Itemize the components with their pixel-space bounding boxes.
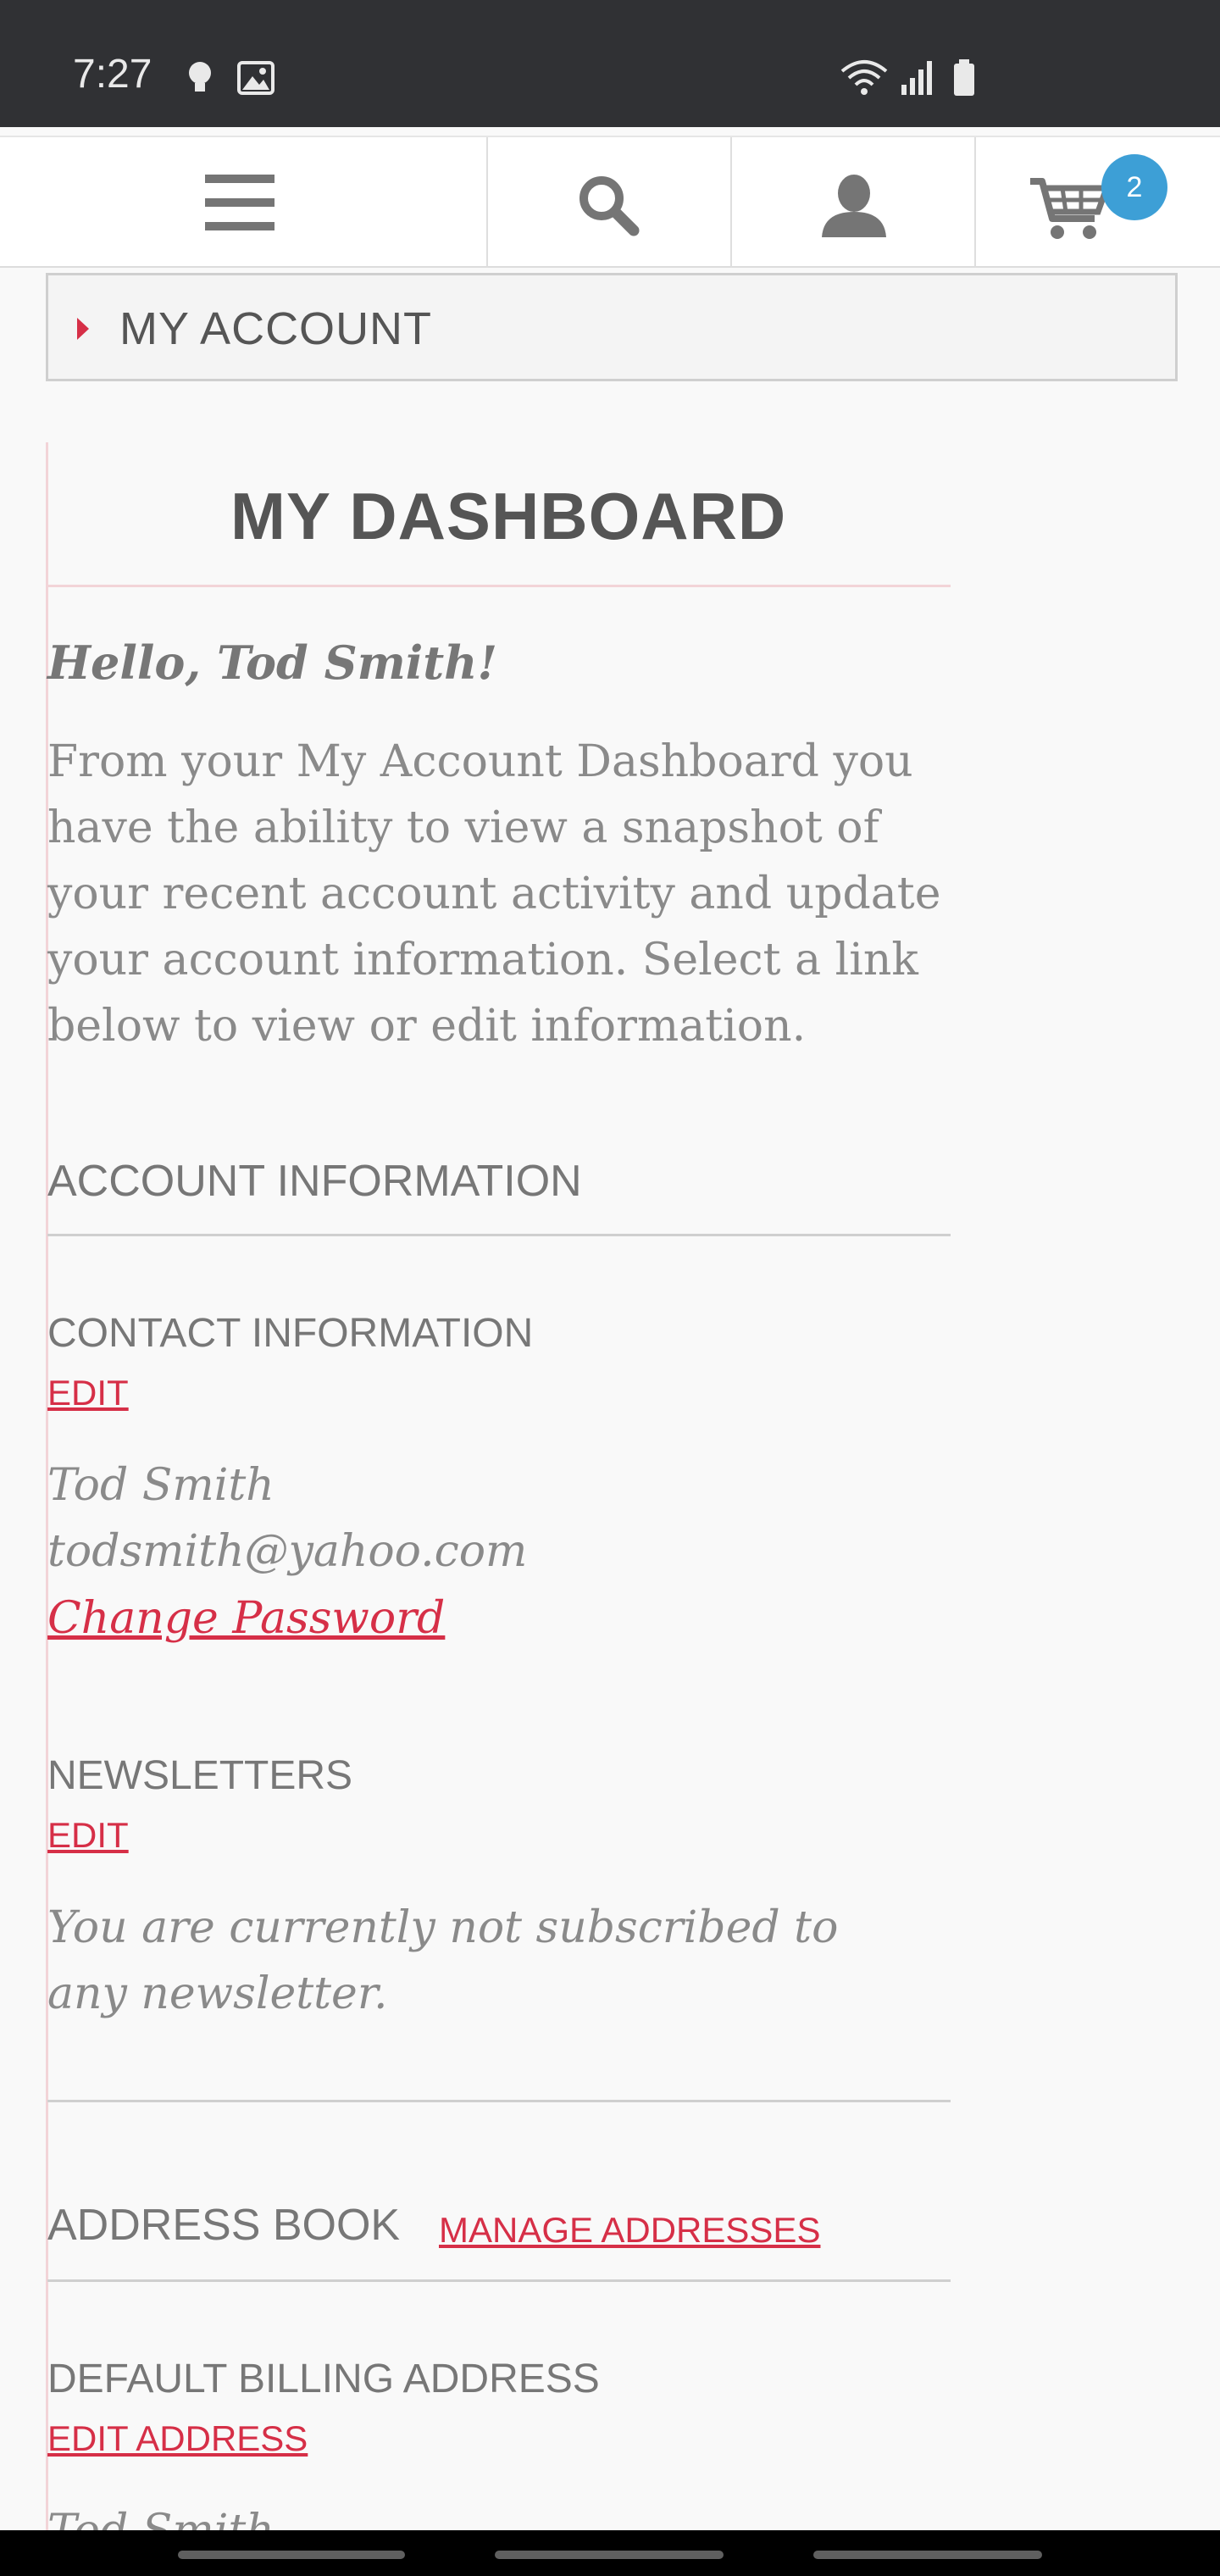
newsletter-status: You are currently not subscribed to any … bbox=[47, 1902, 839, 2019]
caret-right-icon bbox=[77, 318, 89, 340]
contact-edit-link[interactable]: EDIT bbox=[47, 1373, 129, 1413]
cart-count-badge: 2 bbox=[1101, 154, 1167, 220]
default-billing-heading: DEFAULT BILLING ADDRESS bbox=[47, 2357, 600, 2401]
nav-pill[interactable] bbox=[495, 2551, 724, 2559]
hamburger-icon bbox=[205, 175, 274, 230]
menu-button[interactable] bbox=[0, 137, 488, 268]
address-book-heading: ADDRESS BOOK bbox=[47, 2201, 401, 2250]
user-icon bbox=[822, 175, 886, 237]
contact-information-heading: CONTACT INFORMATION bbox=[47, 1311, 534, 1356]
status-time: 7:27 bbox=[73, 52, 152, 97]
title-divider bbox=[47, 585, 951, 587]
my-account-toggle[interactable]: MY ACCOUNT bbox=[46, 273, 1178, 381]
newsletters-heading: NEWSLETTERS bbox=[47, 1753, 353, 1798]
manage-addresses-link[interactable]: MANAGE ADDRESSES bbox=[439, 2210, 820, 2251]
status-bar: 7:27 bbox=[0, 0, 1220, 127]
wifi-icon bbox=[840, 60, 888, 95]
section-divider bbox=[47, 2100, 951, 2102]
my-account-label: MY ACCOUNT bbox=[119, 303, 433, 354]
nav-pill[interactable] bbox=[178, 2551, 405, 2559]
search-icon bbox=[580, 176, 640, 236]
account-information-heading: ACCOUNT INFORMATION bbox=[47, 1157, 582, 1206]
system-navigation-bar bbox=[0, 2530, 1220, 2576]
cart-icon bbox=[1030, 178, 1110, 239]
contact-name: Tod Smith bbox=[47, 1460, 274, 1511]
account-button[interactable] bbox=[732, 137, 976, 268]
search-button[interactable] bbox=[488, 137, 732, 268]
battery-icon bbox=[954, 59, 974, 96]
signal-icon bbox=[901, 61, 932, 95]
edit-billing-address-link[interactable]: EDIT ADDRESS bbox=[47, 2418, 308, 2459]
intro-text: From your My Account Dashboard you have … bbox=[47, 736, 941, 1052]
section-divider bbox=[47, 2279, 951, 2282]
image-icon bbox=[237, 61, 274, 95]
bulb-icon bbox=[189, 62, 211, 92]
change-password-link[interactable]: Change Password bbox=[47, 1593, 445, 1644]
newsletters-edit-link[interactable]: EDIT bbox=[47, 1815, 129, 1856]
section-divider bbox=[47, 1234, 951, 1236]
cart-button[interactable]: 2 bbox=[976, 137, 1220, 268]
page-title: MY DASHBOARD bbox=[230, 479, 787, 553]
top-nav-bar: 2 bbox=[0, 136, 1220, 268]
greeting-text: Hello, Tod Smith! bbox=[47, 636, 498, 690]
nav-pill[interactable] bbox=[813, 2551, 1042, 2559]
contact-email: todsmith@yahoo.com bbox=[47, 1526, 528, 1577]
